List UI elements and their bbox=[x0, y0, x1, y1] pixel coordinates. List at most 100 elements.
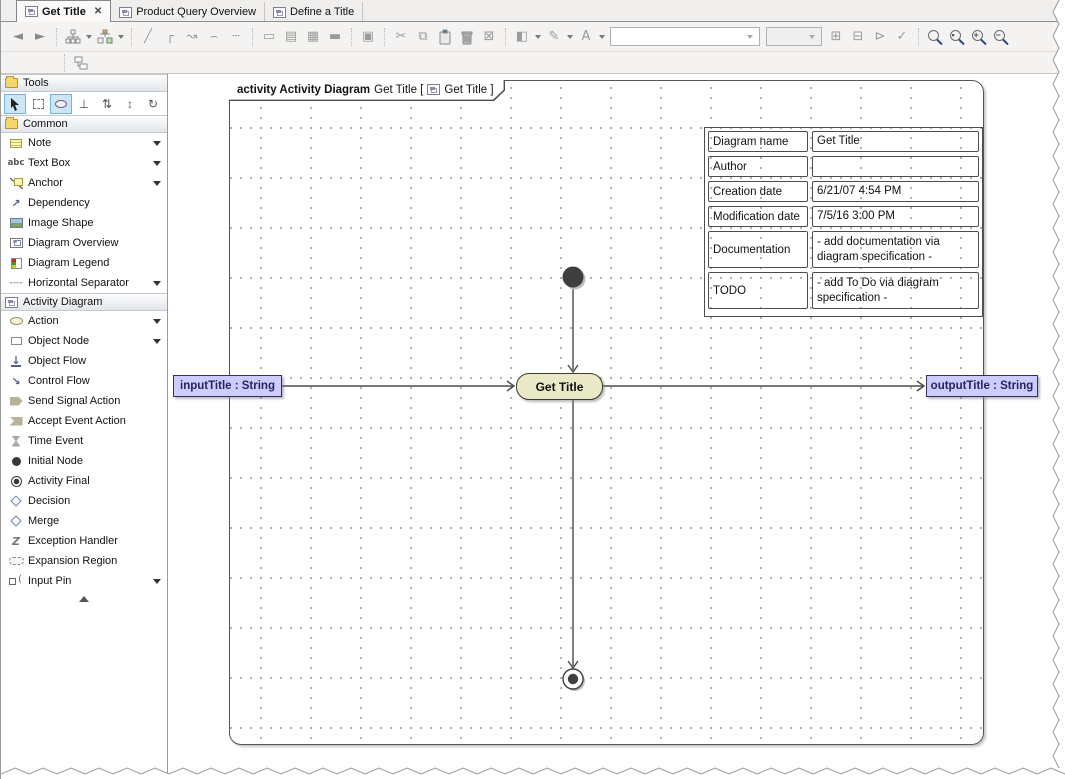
copy-button[interactable]: ⧉ bbox=[412, 26, 434, 48]
font-color-dropdown-icon[interactable] bbox=[597, 26, 607, 48]
link-tool-button[interactable] bbox=[50, 93, 72, 114]
select-in-browser-button[interactable]: ⊳ bbox=[869, 26, 891, 48]
delete-from-diagram-button[interactable]: ⊠ bbox=[478, 26, 500, 48]
close-tab-icon[interactable]: ✕ bbox=[94, 6, 102, 17]
selection-tool-button[interactable] bbox=[4, 93, 26, 114]
table-key-cell[interactable]: Author bbox=[708, 156, 808, 177]
table-value-cell[interactable]: - add To Do via diagram specification - bbox=[812, 272, 979, 309]
palette-item-text-box[interactable]: abc Text Box bbox=[1, 153, 167, 173]
diagram-structure-button[interactable] bbox=[70, 52, 92, 74]
palette-item-diagram-legend[interactable]: Diagram Legend bbox=[1, 253, 167, 273]
palette-item-diagram-overview[interactable]: Diagram Overview bbox=[1, 233, 167, 253]
line-color-dropdown-icon[interactable] bbox=[565, 26, 575, 48]
table-key-cell[interactable]: Documentation bbox=[708, 231, 808, 268]
layout-tree-dropdown-icon[interactable] bbox=[84, 26, 94, 48]
tab-define-a-title[interactable]: Define a Title bbox=[265, 2, 364, 22]
frame-label[interactable]: activity Activity Diagram Get Title [ Ge… bbox=[229, 80, 505, 101]
swap-elements-button[interactable]: ↻ bbox=[142, 94, 164, 114]
input-pin-dropdown-icon[interactable] bbox=[151, 575, 163, 588]
activity-parameter-output[interactable]: outputTitle : String bbox=[926, 375, 1038, 397]
palette-item-dependency[interactable]: ↗ Dependency bbox=[1, 193, 167, 213]
palette-item-action[interactable]: Action bbox=[1, 311, 167, 331]
note-dropdown-icon[interactable] bbox=[151, 137, 163, 150]
zoom-in-icon[interactable]: + bbox=[971, 29, 987, 45]
table-key-cell[interactable]: Modification date bbox=[708, 206, 808, 227]
palette-item-accept-event-action[interactable]: Accept Event Action bbox=[1, 411, 167, 431]
apply-style-button[interactable]: ✓ bbox=[891, 26, 913, 48]
palette-scroll-up-icon[interactable] bbox=[1, 591, 167, 607]
table-key-cell[interactable]: Creation date bbox=[708, 181, 808, 202]
table-value-cell[interactable]: 7/5/16 3:00 PM bbox=[812, 206, 979, 227]
vertical-center-button[interactable]: ↕ bbox=[119, 94, 141, 114]
line-style-dashed-button[interactable]: ┄ bbox=[225, 26, 247, 48]
table-key-cell[interactable]: Diagram name bbox=[708, 131, 808, 152]
layout-tree-button[interactable] bbox=[62, 26, 84, 48]
action-dropdown-icon[interactable] bbox=[151, 315, 163, 328]
paste-button[interactable] bbox=[434, 26, 456, 48]
vertical-distribute-button[interactable]: ⇅ bbox=[96, 94, 118, 114]
text-box-dropdown-icon[interactable] bbox=[151, 157, 163, 170]
combobox-caret-icon[interactable] bbox=[743, 29, 757, 44]
zoom-out-icon[interactable]: − bbox=[993, 29, 1009, 45]
fill-color-button[interactable]: ◧ bbox=[511, 26, 533, 48]
tab-product-query-overview[interactable]: Product Query Overview bbox=[111, 2, 266, 22]
forward-button[interactable]: ► bbox=[29, 26, 51, 48]
display-paths-button[interactable]: ▤ bbox=[280, 26, 302, 48]
activity-parameter-input[interactable]: inputTitle : String bbox=[173, 375, 282, 397]
tab-get-title[interactable]: Get Title ✕ bbox=[16, 0, 112, 22]
line-color-button[interactable]: ✎ bbox=[543, 26, 565, 48]
palette-section-activity-diagram[interactable]: Activity Diagram bbox=[1, 293, 167, 311]
palette-item-exception-handler[interactable]: Z Exception Handler bbox=[1, 531, 167, 551]
object-node-dropdown-icon[interactable] bbox=[151, 335, 163, 348]
palette-item-send-signal-action[interactable]: Send Signal Action bbox=[1, 391, 167, 411]
line-style-curved-button[interactable]: ⌢ bbox=[203, 26, 225, 48]
palette-item-input-pin[interactable]: Input Pin bbox=[1, 571, 167, 591]
line-style-straight-button[interactable]: ╱ bbox=[137, 26, 159, 48]
palette-item-horizontal-separator[interactable]: ---- Horizontal Separator bbox=[1, 273, 167, 293]
sticky-tool-button[interactable]: ⊥ bbox=[73, 94, 95, 114]
send-to-back-button[interactable]: ⊟ bbox=[847, 26, 869, 48]
table-value-cell[interactable]: - add documentation via diagram specific… bbox=[812, 231, 979, 268]
diagram-info-table[interactable]: Diagram name Get Title Author Creation d… bbox=[704, 127, 983, 317]
horizontal-separator-dropdown-icon[interactable] bbox=[151, 277, 163, 290]
quick-add-button[interactable] bbox=[94, 26, 116, 48]
style-combobox[interactable] bbox=[610, 27, 760, 46]
diagram-canvas[interactable]: activity Activity Diagram Get Title [ Ge… bbox=[168, 74, 1065, 779]
table-value-cell[interactable] bbox=[812, 156, 979, 177]
display-related-elements-button[interactable]: ▭ bbox=[258, 26, 280, 48]
zoom-fit-icon[interactable]: ▪ bbox=[949, 29, 965, 45]
palette-item-merge[interactable]: Merge bbox=[1, 511, 167, 531]
table-value-cell[interactable]: Get Title bbox=[812, 131, 979, 152]
anchor-dropdown-icon[interactable] bbox=[151, 177, 163, 190]
table-value-cell[interactable]: 6/21/07 4:54 PM bbox=[812, 181, 979, 202]
line-style-rectilinear-button[interactable]: ┌ bbox=[159, 26, 181, 48]
zoom-combobox[interactable] bbox=[766, 27, 822, 46]
palette-item-activity-final[interactable]: Activity Final bbox=[1, 471, 167, 491]
palette-item-expansion-region[interactable]: Expansion Region bbox=[1, 551, 167, 571]
bring-to-front-button[interactable]: ⊞ bbox=[825, 26, 847, 48]
action-node-get-title[interactable]: Get Title bbox=[516, 373, 603, 400]
show-compartments-button[interactable]: ▦ bbox=[302, 26, 324, 48]
table-key-cell[interactable]: TODO bbox=[708, 272, 808, 309]
quick-add-dropdown-icon[interactable] bbox=[116, 26, 126, 48]
suppress-compartments-button[interactable]: ▬ bbox=[324, 26, 346, 48]
zoom-region-icon[interactable] bbox=[927, 29, 943, 45]
palette-item-decision[interactable]: Decision bbox=[1, 491, 167, 511]
fill-color-dropdown-icon[interactable] bbox=[533, 26, 543, 48]
palette-item-control-flow[interactable]: ↘ Control Flow bbox=[1, 371, 167, 391]
palette-item-initial-node[interactable]: Initial Node bbox=[1, 451, 167, 471]
marquee-tool-button[interactable] bbox=[27, 94, 49, 114]
font-color-button[interactable]: A bbox=[575, 26, 597, 48]
cut-button[interactable]: ✂ bbox=[390, 26, 412, 48]
back-button[interactable]: ◄ bbox=[7, 26, 29, 48]
palette-item-note[interactable]: Note bbox=[1, 133, 167, 153]
palette-section-common[interactable]: Common bbox=[1, 115, 167, 133]
palette-item-time-event[interactable]: Time Event bbox=[1, 431, 167, 451]
palette-item-object-node[interactable]: Object Node bbox=[1, 331, 167, 351]
palette-item-object-flow[interactable]: ↓ Object Flow bbox=[1, 351, 167, 371]
palette-item-anchor[interactable]: Anchor bbox=[1, 173, 167, 193]
show-owner-button[interactable]: ▣ bbox=[357, 26, 379, 48]
line-style-oblique-button[interactable]: ↝ bbox=[181, 26, 203, 48]
palette-section-tools[interactable]: Tools bbox=[1, 74, 167, 92]
combobox-caret-icon[interactable] bbox=[805, 29, 819, 44]
